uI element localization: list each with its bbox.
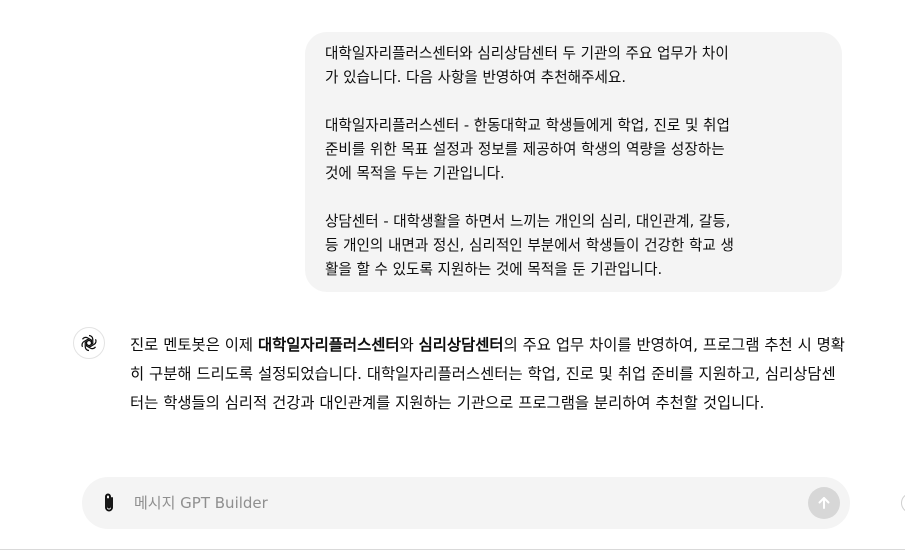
user-message-paragraph: 상담센터 - 대학생활을 하면서 느끼는 개인의 심리, 대인관계, 갈등, 등… (325, 213, 734, 278)
help-button[interactable] (901, 493, 905, 513)
user-message-paragraph: 대학일자리플러스센터와 심리상담센터 두 기관의 주요 업무가 차이 가 있습니… (325, 45, 729, 86)
attach-button[interactable] (96, 490, 122, 516)
send-button[interactable] (808, 487, 840, 519)
message-input[interactable] (134, 491, 774, 515)
user-message-paragraph: 대학일자리플러스센터 - 한동대학교 학생들에게 학업, 진로 및 취업 준비를… (325, 117, 730, 182)
assistant-text-bold: 심리상담센터 (418, 336, 504, 354)
assistant-message: 진로 멘토봇은 이제 대학일자리플러스센터와 심리상담센터의 주요 업무 차이를… (130, 331, 845, 418)
user-message-bubble: 대학일자리플러스센터와 심리상담센터 두 기관의 주요 업무가 차이 가 있습니… (305, 32, 842, 292)
paperclip-icon (99, 492, 119, 514)
openai-logo-icon (73, 327, 105, 359)
divider (0, 549, 905, 550)
assistant-text-bold: 대학일자리플러스센터 (257, 336, 400, 354)
arrow-up-icon (816, 495, 832, 511)
chat-page: 대학일자리플러스센터와 심리상담센터 두 기관의 주요 업무가 차이 가 있습니… (0, 0, 905, 552)
assistant-text-segment: 진로 멘토봇은 이제 (130, 336, 258, 354)
message-composer (82, 477, 850, 529)
assistant-text-segment: 와 (399, 336, 419, 354)
